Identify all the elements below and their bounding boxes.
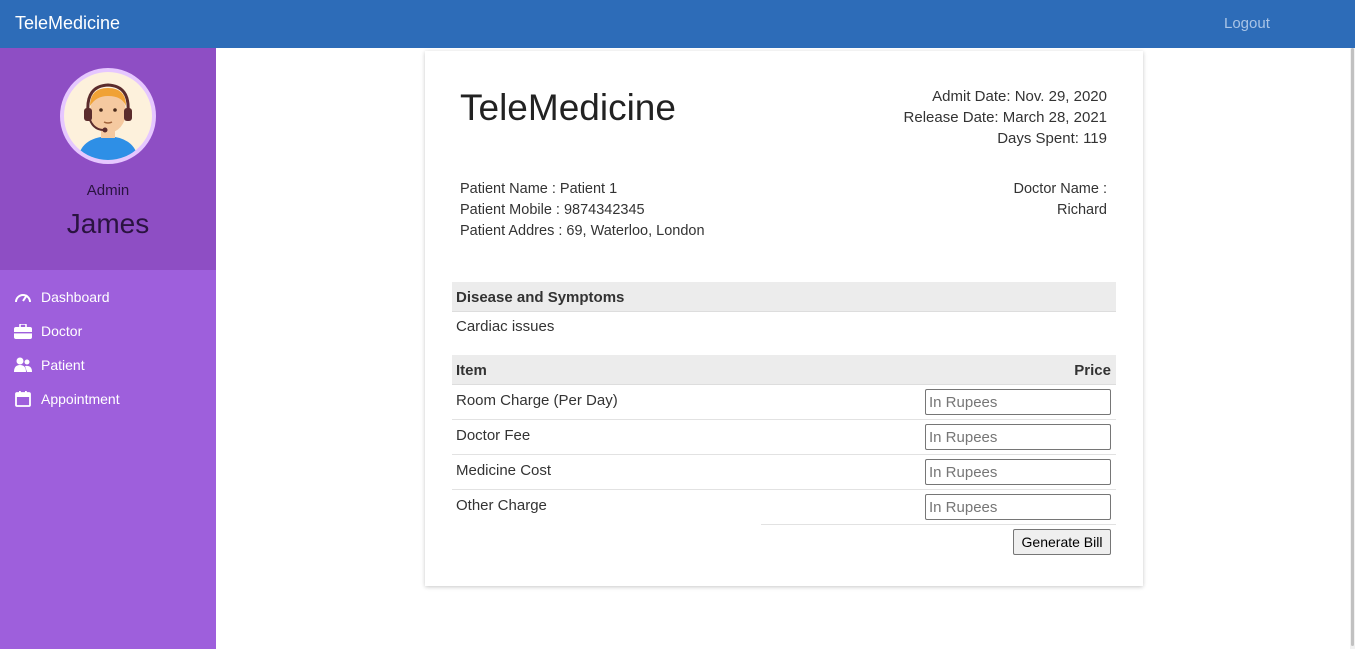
- admit-date: Admit Date: Nov. 29, 2020: [932, 88, 1107, 105]
- medicine-cost-input[interactable]: [925, 459, 1111, 485]
- patient-mobile: Patient Mobile : 9874342345: [460, 202, 645, 218]
- charge-label: Medicine Cost: [456, 462, 552, 479]
- support-agent-avatar-icon: [64, 72, 152, 160]
- doctor-info: Doctor Name : Richard: [1014, 179, 1107, 221]
- patient-name: Patient Name : Patient 1: [460, 181, 618, 197]
- user-icon: [14, 356, 32, 374]
- doctor-fee-input[interactable]: [925, 424, 1111, 450]
- patient-info: Patient Name : Patient 1 Patient Mobile …: [460, 179, 705, 242]
- release-date: Release Date: March 28, 2021: [903, 109, 1107, 126]
- sidebar-item-patient[interactable]: Patient: [0, 348, 216, 382]
- patient-address: Patient Addres : 69, Waterloo, London: [460, 223, 705, 239]
- sidebar-item-appointment[interactable]: Appointment: [0, 382, 216, 416]
- charge-row-doctor-fee: Doctor Fee: [452, 420, 1116, 455]
- calendar-icon: [14, 390, 32, 408]
- charge-row-medicine: Medicine Cost: [452, 455, 1116, 490]
- sidebar-item-label: Dashboard: [41, 289, 110, 305]
- other-charge-input[interactable]: [925, 494, 1111, 520]
- user-role: Admin: [86, 182, 130, 199]
- item-column-header: Item: [456, 362, 487, 379]
- brand-logo[interactable]: TeleMedicine: [15, 13, 120, 34]
- charge-label: Room Charge (Per Day): [456, 392, 618, 409]
- page-scrollbar[interactable]: [1350, 48, 1355, 649]
- symptoms-header-label: Disease and Symptoms: [456, 289, 625, 306]
- sidebar-item-label: Doctor: [41, 323, 83, 339]
- charge-row-room: Room Charge (Per Day): [452, 385, 1116, 420]
- doctor-label: Doctor Name :: [1013, 181, 1107, 197]
- profile-panel: Admin James: [0, 48, 216, 270]
- logout-link[interactable]: Logout: [1224, 15, 1270, 32]
- user-name: James: [66, 208, 150, 239]
- briefcase-icon: [14, 322, 32, 340]
- sidebar-item-dashboard[interactable]: Dashboard: [0, 280, 216, 314]
- sidebar: Admin James Dashboard Doctor Patient App…: [0, 48, 216, 649]
- invoice-title: TeleMedicine: [460, 87, 676, 128]
- gauge-icon: [14, 288, 32, 306]
- charges-table-header: Item Price: [452, 355, 1116, 385]
- price-column-header: Price: [1074, 362, 1111, 379]
- generate-bill-button[interactable]: Generate Bill: [1013, 529, 1111, 555]
- sidebar-nav: Dashboard Doctor Patient Appointment: [0, 280, 216, 416]
- invoice-card: TeleMedicine Admit Date: Nov. 29, 2020 R…: [425, 51, 1143, 586]
- sidebar-item-doctor[interactable]: Doctor: [0, 314, 216, 348]
- charge-label: Doctor Fee: [456, 427, 531, 444]
- room-charge-input[interactable]: [925, 389, 1111, 415]
- top-navbar: TeleMedicine Logout: [0, 0, 1355, 48]
- days-spent: Days Spent: 119: [997, 130, 1107, 147]
- scrollbar-thumb[interactable]: [1351, 48, 1354, 646]
- divider: [761, 524, 1116, 525]
- charge-label: Other Charge: [456, 497, 547, 514]
- charge-row-other: Other Charge: [452, 490, 1116, 525]
- avatar: [60, 68, 156, 164]
- sidebar-item-label: Appointment: [41, 391, 120, 407]
- symptoms-header: Disease and Symptoms: [452, 282, 1116, 312]
- doctor-name: Richard: [1057, 202, 1107, 218]
- admission-dates: Admit Date: Nov. 29, 2020 Release Date: …: [904, 86, 1107, 149]
- sidebar-item-label: Patient: [41, 357, 85, 373]
- symptoms-value: Cardiac issues: [456, 318, 555, 335]
